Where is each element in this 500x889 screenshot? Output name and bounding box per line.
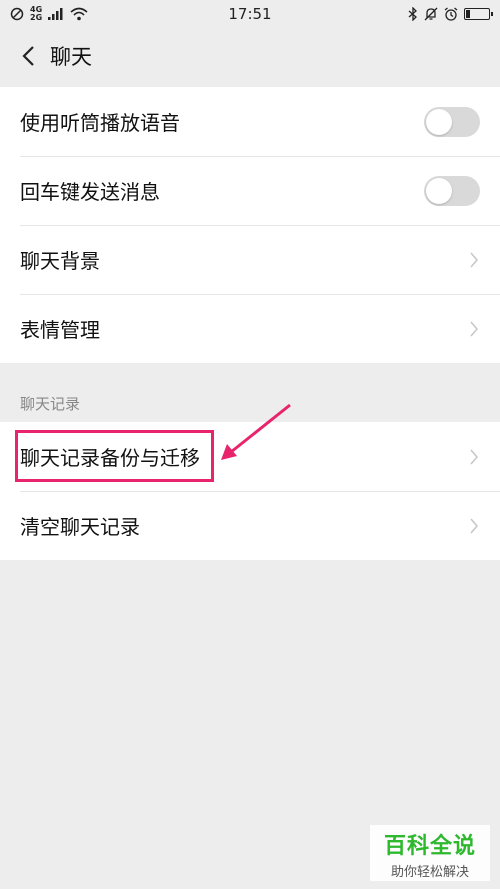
wifi-icon bbox=[70, 7, 88, 21]
setting-label: 使用听筒播放语音 bbox=[20, 111, 180, 135]
watermark-subtitle: 助你轻松解决 bbox=[390, 865, 469, 880]
bluetooth-icon bbox=[408, 7, 417, 21]
chevron-right-icon bbox=[468, 516, 480, 536]
chevron-right-icon bbox=[468, 319, 480, 339]
do-not-disturb-icon bbox=[10, 7, 24, 21]
network-type: 4G 2G bbox=[30, 6, 42, 22]
status-bar: 4G 2G 17:51 bbox=[0, 0, 500, 28]
status-left: 4G 2G bbox=[10, 6, 88, 22]
setting-backup-migrate[interactable]: 聊天记录备份与迁移 bbox=[0, 422, 500, 491]
chevron-right-icon bbox=[468, 250, 480, 270]
chevron-right-icon bbox=[468, 447, 480, 467]
settings-group-chat-history: 聊天记录备份与迁移 清空聊天记录 bbox=[0, 422, 500, 560]
nav-bar: 聊天 bbox=[0, 28, 500, 84]
watermark-logo: 百科全说 助你轻松解决 bbox=[370, 825, 490, 881]
setting-label: 聊天记录备份与迁移 bbox=[20, 446, 200, 470]
status-right bbox=[408, 7, 493, 21]
setting-label: 清空聊天记录 bbox=[20, 515, 140, 539]
settings-group-chat: 使用听筒播放语音 回车键发送消息 聊天背景 表情管理 bbox=[0, 87, 500, 363]
setting-label: 表情管理 bbox=[20, 318, 100, 342]
setting-earpiece-voice[interactable]: 使用听筒播放语音 bbox=[0, 87, 500, 156]
setting-chat-background[interactable]: 聊天背景 bbox=[0, 225, 500, 294]
enter-to-send-toggle[interactable] bbox=[424, 175, 480, 206]
battery-icon bbox=[464, 8, 493, 20]
battery-level bbox=[466, 10, 470, 18]
setting-sticker-management[interactable]: 表情管理 bbox=[0, 294, 500, 363]
setting-label: 回车键发送消息 bbox=[20, 180, 160, 204]
network-2g-label: 2G bbox=[30, 13, 43, 22]
toggle-knob bbox=[426, 108, 452, 135]
mute-bell-icon bbox=[424, 7, 438, 21]
setting-enter-to-send[interactable]: 回车键发送消息 bbox=[0, 156, 500, 225]
signal-icon bbox=[48, 8, 63, 20]
watermark-title: 百科全说 bbox=[383, 834, 476, 859]
page-title: 聊天 bbox=[50, 45, 92, 69]
section-label-chat-history: 聊天记录 bbox=[20, 395, 81, 413]
setting-label: 聊天背景 bbox=[20, 249, 100, 273]
toggle-knob bbox=[426, 177, 452, 204]
back-arrow-icon[interactable] bbox=[16, 44, 40, 68]
earpiece-voice-toggle[interactable] bbox=[424, 106, 480, 137]
alarm-icon bbox=[444, 7, 458, 21]
setting-clear-history[interactable]: 清空聊天记录 bbox=[0, 491, 500, 560]
